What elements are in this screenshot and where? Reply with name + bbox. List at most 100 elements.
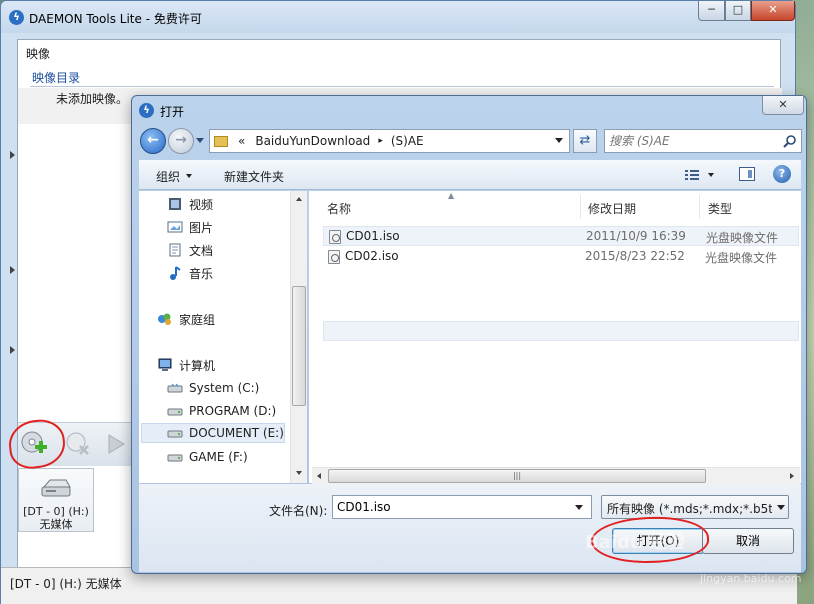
nav-item-label: System (C:) bbox=[189, 381, 260, 395]
recent-locations-dropdown[interactable] bbox=[196, 138, 204, 143]
drive-media-label: 无媒体 bbox=[39, 518, 73, 531]
video-library-icon bbox=[169, 198, 181, 210]
scroll-down-icon[interactable] bbox=[296, 471, 302, 475]
file-name: CD02.iso bbox=[345, 249, 399, 263]
drive-icon bbox=[167, 408, 183, 416]
back-button[interactable]: ← bbox=[140, 128, 166, 154]
file-type-filter-select[interactable]: 所有映像 (*.mds;*.mdx;*.b5t;* bbox=[601, 495, 789, 519]
dialog-title: 打开 bbox=[160, 105, 185, 119]
file-row[interactable]: CD02.iso 2015/8/23 22:52 光盘映像文件 bbox=[323, 247, 799, 267]
column-divider[interactable] bbox=[580, 195, 581, 219]
nav-pane-scrollbar[interactable] bbox=[290, 191, 307, 483]
nav-item-label: 家庭组 bbox=[179, 312, 216, 327]
organize-menu[interactable]: 组织 bbox=[156, 168, 180, 185]
filename-combobox[interactable] bbox=[332, 495, 592, 519]
search-input[interactable] bbox=[609, 132, 779, 150]
folder-icon bbox=[214, 135, 228, 147]
nav-item-computer[interactable]: 计算机 bbox=[157, 355, 215, 375]
drive-letter-label: [DT - 0] (H:) bbox=[23, 505, 89, 518]
menu-image[interactable]: 映像 bbox=[26, 45, 50, 62]
pictures-library-icon bbox=[167, 221, 183, 233]
scrollbar-thumb[interactable]: ||| bbox=[328, 469, 706, 483]
address-dropdown-icon[interactable] bbox=[555, 138, 563, 143]
breadcrumb-overflow[interactable]: « bbox=[238, 134, 245, 148]
nav-item-music[interactable]: 音乐 bbox=[167, 263, 213, 283]
filename-label: 文件名(N): bbox=[269, 504, 328, 518]
scroll-left-icon[interactable] bbox=[317, 473, 321, 479]
scroll-right-icon[interactable] bbox=[790, 473, 794, 479]
address-bar[interactable]: « BaiduYunDownload ▸ (S)AE bbox=[209, 129, 570, 153]
status-text: [DT - 0] (H:) 无媒体 bbox=[10, 577, 122, 591]
chevron-down-icon[interactable] bbox=[777, 505, 785, 510]
cancel-button[interactable]: 取消 bbox=[702, 528, 794, 554]
drive-icon bbox=[167, 383, 183, 393]
navigation-pane[interactable]: 视频 图片 文档 音乐 家庭组 计算机 System (C:) PROGRAM bbox=[139, 191, 307, 483]
nav-item-label: 视频 bbox=[189, 197, 214, 212]
dialog-close-button[interactable]: ✕ bbox=[762, 96, 804, 115]
breadcrumb-separator-icon[interactable]: ▸ bbox=[378, 136, 383, 146]
help-icon[interactable]: ? bbox=[773, 165, 791, 183]
nav-item-drive-c[interactable]: System (C:) bbox=[167, 378, 259, 398]
nav-item-drive-f[interactable]: GAME (F:) bbox=[167, 447, 248, 467]
search-icon[interactable] bbox=[783, 134, 797, 148]
column-divider[interactable] bbox=[699, 195, 700, 219]
drive-icon bbox=[167, 430, 183, 438]
remove-image-icon bbox=[66, 432, 89, 455]
refresh-icon: ⇄ bbox=[579, 133, 591, 148]
remove-image-button[interactable] bbox=[62, 429, 94, 459]
caption-buttons: ─ □ ✕ bbox=[698, 1, 795, 21]
chevron-down-icon[interactable] bbox=[186, 174, 192, 178]
refresh-button[interactable]: ⇄ bbox=[573, 129, 597, 153]
view-options-icon[interactable] bbox=[684, 168, 716, 182]
play-icon bbox=[108, 434, 125, 454]
image-catalog-header[interactable]: 映像目录 bbox=[32, 69, 80, 86]
nav-item-label: DOCUMENT (E:) bbox=[189, 426, 284, 440]
scroll-up-icon[interactable] bbox=[296, 197, 302, 201]
collapse-arrow-icon[interactable] bbox=[10, 346, 15, 354]
scrollbar-thumb[interactable] bbox=[292, 286, 306, 406]
column-header-modified[interactable]: 修改日期 bbox=[588, 200, 636, 217]
virtual-drive-tile[interactable]: [DT - 0] (H:) 无媒体 bbox=[18, 468, 94, 532]
watermark-url: jingyan.baidu.com bbox=[700, 572, 802, 585]
file-modified: 2015/8/23 22:52 bbox=[585, 249, 685, 263]
preview-pane-icon[interactable] bbox=[739, 167, 755, 181]
nav-item-label: 文档 bbox=[189, 243, 214, 258]
file-type: 光盘映像文件 bbox=[705, 251, 778, 265]
collapse-arrow-icon[interactable] bbox=[10, 266, 15, 274]
file-type: 光盘映像文件 bbox=[706, 231, 779, 245]
nav-item-drive-d[interactable]: PROGRAM (D:) bbox=[167, 401, 276, 421]
nav-item-homegroup[interactable]: 家庭组 bbox=[157, 309, 215, 329]
minimize-button[interactable]: ─ bbox=[698, 1, 725, 21]
disc-image-file-icon bbox=[328, 250, 340, 264]
filter-selected-value: 所有映像 (*.mds;*.mdx;*.b5t;* bbox=[607, 502, 772, 516]
file-row[interactable]: CD01.iso 2011/10/9 16:39 光盘映像文件 bbox=[323, 226, 799, 246]
main-title-bar[interactable]: ϟ DAEMON Tools Lite - 免费许可 ─ □ ✕ bbox=[1, 1, 795, 33]
breadcrumb-item[interactable]: BaiduYunDownload bbox=[255, 134, 370, 148]
filename-input[interactable] bbox=[337, 499, 567, 515]
documents-library-icon bbox=[169, 243, 181, 257]
divider bbox=[30, 86, 774, 87]
app-logo-icon: ϟ bbox=[139, 103, 154, 118]
app-logo-icon: ϟ bbox=[9, 10, 24, 25]
new-folder-button[interactable]: 新建文件夹 bbox=[224, 168, 284, 185]
file-list-hscrollbar[interactable]: ||| bbox=[312, 467, 800, 484]
sort-ascending-icon: ▲ bbox=[448, 191, 455, 200]
nav-item-drive-e[interactable]: DOCUMENT (E:) bbox=[141, 423, 285, 443]
maximize-button[interactable]: □ bbox=[725, 1, 751, 21]
close-button[interactable]: ✕ bbox=[751, 1, 795, 21]
forward-button[interactable]: → bbox=[168, 128, 194, 154]
nav-item-pictures[interactable]: 图片 bbox=[167, 217, 213, 237]
file-row[interactable] bbox=[323, 321, 799, 341]
column-header-name[interactable]: 名称 bbox=[327, 200, 351, 217]
nav-item-videos[interactable]: 视频 bbox=[167, 194, 213, 214]
nav-item-documents[interactable]: 文档 bbox=[167, 240, 213, 260]
open-file-dialog: ϟ 打开 ✕ ← → « BaiduYunDownload ▸ (S)AE ⇄ … bbox=[131, 95, 807, 574]
drive-tile-label: [DT - 0] (H:) 无媒体 bbox=[19, 505, 93, 531]
search-box[interactable] bbox=[604, 129, 802, 153]
collapse-arrow-icon[interactable] bbox=[10, 151, 15, 159]
mount-play-button[interactable] bbox=[100, 429, 132, 459]
chevron-down-icon[interactable] bbox=[575, 505, 583, 510]
nav-item-label: 图片 bbox=[189, 220, 214, 235]
breadcrumb-item[interactable]: (S)AE bbox=[391, 134, 424, 148]
column-header-type[interactable]: 类型 bbox=[708, 200, 732, 217]
